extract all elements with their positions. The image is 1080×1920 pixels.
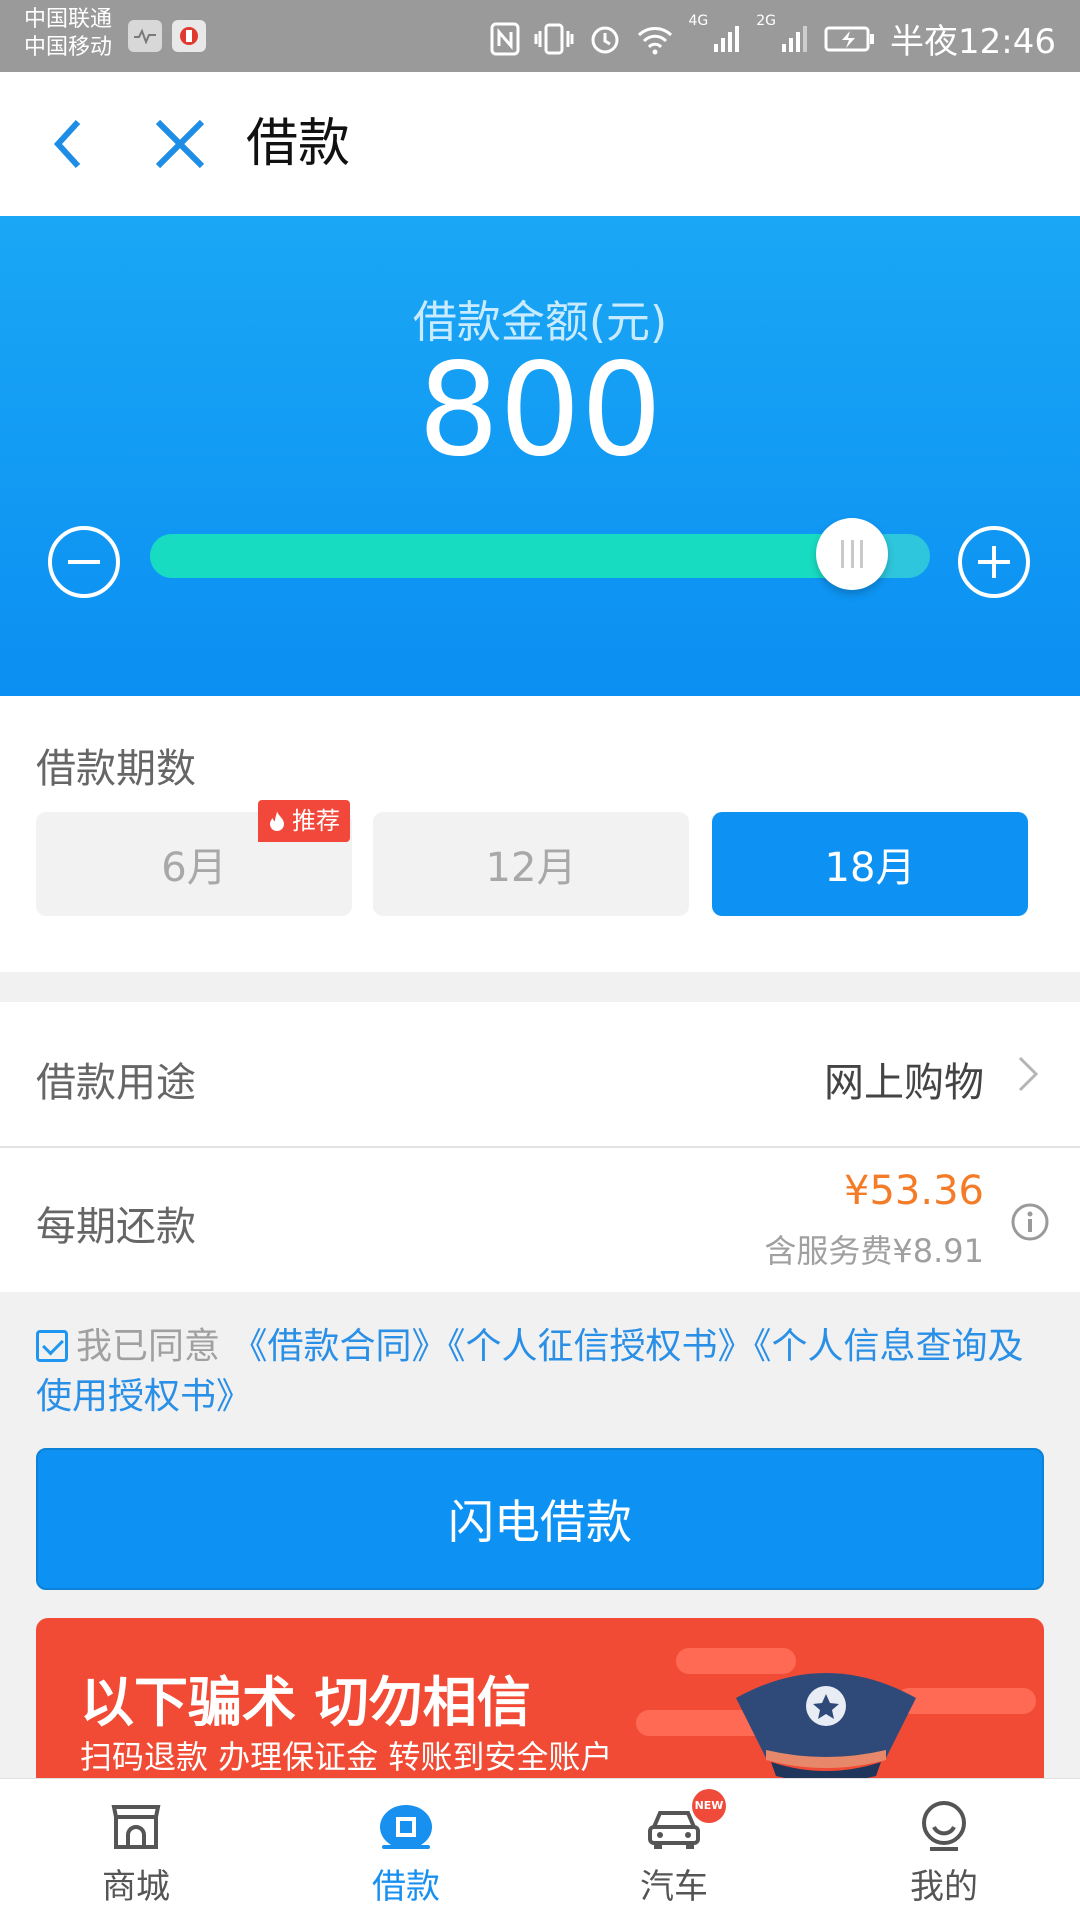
close-icon[interactable] [150, 114, 210, 174]
loan-icon [380, 1805, 432, 1849]
tab-car[interactable]: NEW 汽车 [574, 1789, 774, 1913]
nav-bar: 借款 [0, 72, 1080, 216]
tab-loan[interactable]: 借款 [306, 1793, 506, 1913]
tab-profile[interactable]: 我的 [844, 1793, 1044, 1913]
fraud-warning-banner[interactable]: 以下骗术 切勿相信 扫码退款 办理保证金 转账到安全账户 [36, 1618, 1044, 1778]
system-status-icons: 4G 2G 半夜12:46 [490, 14, 1056, 63]
term-option-label: 18月 [824, 845, 916, 891]
banner-title: 以下骗术 切勿相信 [80, 1671, 531, 1734]
credit-authorization-link[interactable]: 《个人征信授权书》 [447, 1326, 753, 1367]
alarm-icon [591, 26, 619, 53]
battery-charging-icon [824, 26, 875, 51]
repayment-amount: ¥53.36 [844, 1168, 984, 1214]
loan-purpose-row[interactable]: 借款用途 网上购物 [0, 1002, 1080, 1148]
loan-term-title: 借款期数 [36, 746, 196, 792]
activity-icon [128, 20, 162, 52]
back-icon[interactable] [40, 114, 100, 174]
loan-amount-panel: 借款金额(元) 800 [0, 216, 1080, 696]
tab-label: 我的 [910, 1867, 978, 1907]
increase-amount-button[interactable] [958, 526, 1030, 598]
vibrate-icon [534, 23, 574, 54]
term-option-label: 12月 [485, 845, 577, 891]
term-option-6[interactable]: 6月 推荐 [36, 800, 352, 916]
term-option-12[interactable]: 12月 [373, 812, 689, 916]
loan-purpose-label: 借款用途 [36, 1060, 196, 1106]
amount-slider-fill [150, 534, 852, 578]
agreement-prefix: 我已同意 [76, 1326, 221, 1367]
loan-page: 中国联通 中国移动 4G 2G 半夜12:46 借款 借款金额(元) 800 借… [0, 0, 1080, 1920]
recommend-badge: 推荐 [258, 800, 350, 842]
decrease-amount-button[interactable] [48, 526, 120, 598]
store-icon [111, 1805, 161, 1849]
network-4g-label: 4G [688, 13, 709, 29]
signal-2g-icon [782, 25, 808, 52]
term-option-label: 6月 [161, 845, 227, 891]
carrier-1: 中国联通 [24, 7, 113, 32]
banner-subtitle: 扫码退款 办理保证金 转账到安全账户 [80, 1738, 613, 1776]
nfc-icon [490, 22, 520, 55]
signal-4g-icon [714, 25, 740, 52]
status-time: 半夜12:46 [890, 22, 1056, 62]
tab-store[interactable]: 商城 [36, 1793, 236, 1913]
section-divider [0, 972, 1080, 1002]
info-icon[interactable] [1010, 1202, 1050, 1242]
agreement-checkbox[interactable] [36, 1330, 68, 1362]
service-fee: 含服务费¥8.91 [764, 1232, 984, 1270]
amount-slider-track[interactable] [150, 534, 930, 578]
police-cap-icon [736, 1673, 916, 1778]
submit-loan-button[interactable]: 闪电借款 [36, 1448, 1044, 1590]
carrier-2: 中国移动 [24, 35, 113, 60]
fire-icon [270, 811, 284, 831]
agreement-text: 我已同意 《借款合同》《个人征信授权书》《个人信息查询及使用授权书》 [36, 1322, 1036, 1422]
wifi-icon [638, 26, 673, 54]
repayment-row: 每期还款 ¥53.36 含服务费¥8.91 [0, 1148, 1080, 1292]
app-notification-icon [172, 20, 206, 52]
bottom-tab-bar: 商城 借款 NEW 汽车 我的 [0, 1778, 1080, 1920]
grip-icon [841, 540, 863, 568]
status-bar: 中国联通 中国移动 4G 2G 半夜12:46 [0, 0, 1080, 72]
recommend-badge-text: 推荐 [292, 807, 340, 835]
loan-amount-value: 800 [417, 336, 663, 485]
loan-contract-link[interactable]: 《借款合同》 [231, 1326, 447, 1367]
repayment-label: 每期还款 [36, 1204, 196, 1250]
profile-icon [922, 1801, 966, 1851]
carrier-names: 中国联通 中国移动 [24, 6, 112, 62]
page-title: 借款 [246, 114, 351, 174]
new-badge: NEW [692, 1789, 726, 1823]
loan-term-section: 借款期数 6月 推荐 12月 18月 [0, 696, 1080, 972]
tab-label: 商城 [102, 1867, 170, 1907]
amount-slider-handle[interactable] [816, 518, 888, 590]
network-2g-label: 2G [756, 13, 777, 29]
term-option-18[interactable]: 18月 [712, 812, 1028, 916]
chevron-right-icon [1018, 1056, 1039, 1092]
notification-icons [128, 20, 206, 52]
tab-label: 借款 [372, 1867, 440, 1907]
loan-purpose-value: 网上购物 [824, 1060, 984, 1106]
tab-label: 汽车 [640, 1867, 708, 1907]
